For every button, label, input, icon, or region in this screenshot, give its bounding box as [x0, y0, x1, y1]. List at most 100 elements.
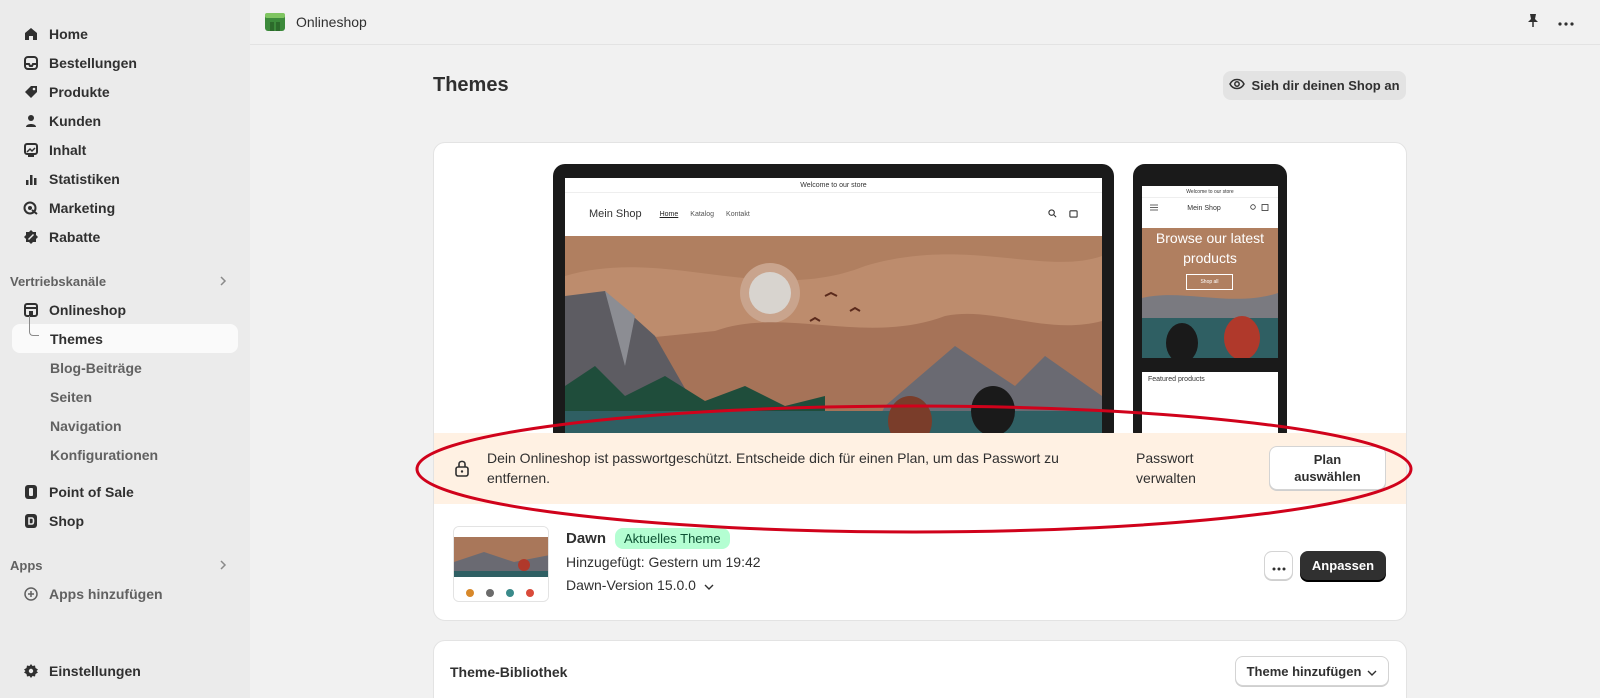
apps-heading[interactable]: Apps	[0, 551, 250, 579]
image-icon	[22, 141, 40, 159]
bar-chart-icon	[22, 170, 40, 188]
lock-icon	[454, 459, 470, 480]
sales-channels-heading[interactable]: Vertriebskanäle	[0, 267, 250, 295]
theme-version-toggle[interactable]: Dawn-Version 15.0.0	[566, 577, 714, 593]
theme-library-title: Theme-Bibliothek	[450, 664, 568, 680]
theme-row: Dawn Aktuelles Theme Hinzugefügt: Gester…	[434, 504, 1406, 620]
theme-library-card: Theme-Bibliothek Theme hinzufügen	[433, 640, 1407, 698]
sidebar-item-blog[interactable]: Blog-Beiträge	[0, 353, 250, 382]
customize-theme-button[interactable]: Anpassen	[1300, 551, 1386, 580]
nav-orders[interactable]: Bestellungen	[0, 48, 250, 77]
view-shop-button[interactable]: Sieh dir deinen Shop an	[1223, 71, 1406, 100]
password-banner: Dein Onlineshop ist passwortgeschützt. E…	[434, 433, 1406, 504]
nav-analytics-label: Statistiken	[49, 170, 120, 187]
nav-products-label: Produkte	[49, 83, 110, 100]
theme-added-date: Hinzugefügt: Gestern um 19:42	[566, 554, 761, 570]
chevron-down-icon	[1367, 664, 1377, 679]
choose-plan-line1: Plan	[1313, 452, 1342, 467]
mobile-hero-text: Browse our latest products	[1155, 230, 1265, 266]
top-bar: Onlineshop	[250, 0, 1600, 45]
mobile-shop-all-button: Shop all	[1186, 274, 1233, 290]
nav-point-of-sale[interactable]: Point of Sale	[0, 477, 250, 506]
nav-products[interactable]: Produkte	[0, 77, 250, 106]
choose-plan-line2: auswählen	[1294, 469, 1361, 484]
sidebar-item-navigation[interactable]: Navigation	[0, 411, 250, 440]
nav-shop[interactable]: Shop	[0, 506, 250, 535]
chevron-down-icon	[704, 577, 714, 593]
theme-name: Dawn	[566, 530, 607, 547]
sidebar-item-themes-label: Themes	[50, 330, 103, 347]
theme-actions-button[interactable]	[1264, 551, 1293, 580]
sidebar-item-preferences-label: Konfigurationen	[50, 446, 159, 463]
store-nav-home: Home	[659, 210, 679, 218]
manage-password-link[interactable]: Passwort verwalten	[1136, 448, 1226, 488]
sidebar-item-blog-label: Blog-Beiträge	[50, 359, 142, 376]
shop-app-icon	[22, 512, 40, 530]
nav-onlineshop-label: Onlineshop	[49, 301, 126, 318]
password-banner-message: Dein Onlineshop ist passwortgeschützt. E…	[487, 450, 1059, 486]
mobile-featured-heading: Featured products	[1148, 376, 1205, 383]
add-theme-label: Theme hinzufügen	[1246, 663, 1362, 679]
mobile-preview: Welcome to our store Mein Shop Browse ou…	[1133, 164, 1287, 444]
sales-channels-label: Vertriebskanäle	[10, 273, 107, 289]
nav-settings-label: Einstellungen	[49, 662, 141, 679]
nav-marketing[interactable]: Marketing	[0, 193, 250, 222]
chevron-right-icon	[218, 558, 228, 573]
onlineshop-app-icon	[264, 10, 286, 35]
apps-heading-label: Apps	[10, 557, 43, 573]
mobile-brand: Mein Shop	[1187, 205, 1221, 212]
discount-icon	[22, 228, 40, 246]
desktop-screen: Welcome to our store Mein Shop Home Kata…	[565, 178, 1102, 444]
nav-customers[interactable]: Kunden	[0, 106, 250, 135]
sidebar-item-preferences[interactable]: Konfigurationen	[0, 440, 250, 469]
nav-home[interactable]: Home	[0, 19, 250, 48]
hamburger-icon	[1150, 204, 1158, 213]
inbox-icon	[22, 54, 40, 72]
add-theme-button[interactable]: Theme hinzufügen	[1235, 656, 1389, 686]
theme-preview: Welcome to our store Mein Shop Home Kata…	[434, 143, 1406, 444]
mobile-announcement: Welcome to our store	[1142, 186, 1278, 198]
page-title: Themes	[433, 74, 509, 96]
tag-icon	[22, 83, 40, 101]
eye-icon	[1229, 78, 1246, 93]
more-horizontal-icon	[1272, 558, 1286, 574]
nav-customers-label: Kunden	[49, 112, 102, 129]
nav-discounts[interactable]: Rabatte	[0, 222, 250, 251]
store-nav-contact: Kontakt	[726, 210, 750, 218]
nav-shop-label: Shop	[49, 512, 84, 529]
sidebar: Home Bestellungen Produkte Kunden Inhalt…	[0, 0, 250, 698]
view-shop-label: Sieh dir deinen Shop an	[1251, 78, 1400, 93]
nav-content[interactable]: Inhalt	[0, 135, 250, 164]
store-brand: Mein Shop	[589, 208, 642, 220]
nav-pos-label: Point of Sale	[49, 483, 134, 500]
home-icon	[22, 25, 40, 43]
current-theme-card: Welcome to our store Mein Shop Home Kata…	[433, 142, 1407, 621]
nav-marketing-label: Marketing	[49, 199, 116, 216]
theme-thumbnail	[453, 526, 549, 602]
store-nav-catalog: Katalog	[690, 210, 715, 218]
nav-settings[interactable]: Einstellungen	[0, 656, 141, 685]
nav-add-apps-label: Apps hinzufügen	[49, 585, 163, 602]
nav-content-label: Inhalt	[49, 141, 87, 158]
mobile-screen: Welcome to our store Mein Shop Browse ou…	[1142, 186, 1278, 444]
search-icon	[1048, 208, 1057, 220]
mobile-header: Mein Shop	[1142, 198, 1278, 219]
pos-icon	[22, 483, 40, 501]
pin-icon[interactable]	[1526, 13, 1540, 30]
chevron-right-icon	[218, 274, 228, 289]
nav-orders-label: Bestellungen	[49, 54, 137, 71]
desktop-preview: Welcome to our store Mein Shop Home Kata…	[553, 164, 1114, 444]
store-nav: Home Katalog Kontakt	[660, 211, 750, 218]
person-icon	[22, 112, 40, 130]
nav-analytics[interactable]: Statistiken	[0, 164, 250, 193]
app-name: Onlineshop	[296, 14, 367, 30]
sidebar-item-themes[interactable]: Themes	[12, 316, 238, 353]
more-options-icon[interactable]	[1558, 14, 1574, 30]
cart-icon	[1069, 209, 1078, 220]
sidebar-item-pages[interactable]: Seiten	[0, 382, 250, 411]
current-theme-badge: Aktuelles Theme	[615, 528, 730, 549]
sidebar-item-navigation-label: Navigation	[50, 417, 122, 434]
choose-plan-button[interactable]: Plan auswählen	[1269, 446, 1386, 490]
nav-add-apps[interactable]: Apps hinzufügen	[0, 579, 250, 608]
sidebar-item-pages-label: Seiten	[50, 388, 93, 405]
